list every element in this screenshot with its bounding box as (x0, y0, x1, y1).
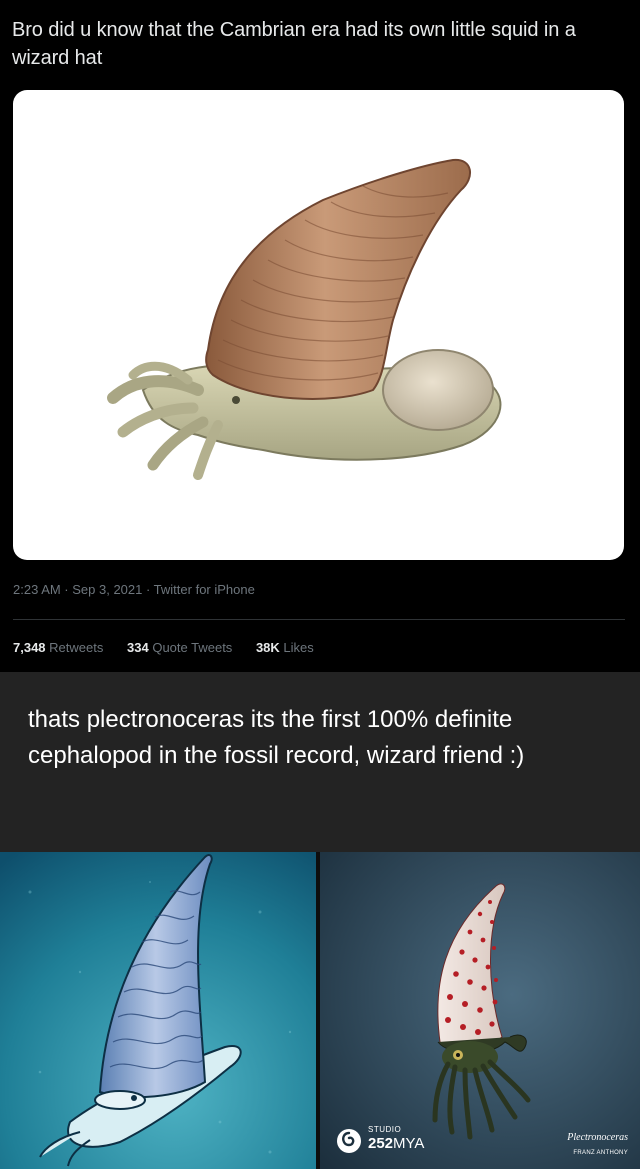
left-artwork[interactable] (0, 852, 316, 1169)
reply-post: thats plectronoceras its the first 100% … (0, 672, 640, 852)
reply-text: thats plectronoceras its the first 100% … (28, 706, 525, 769)
right-artwork[interactable]: STUDIO 252MYA Plectronoceras FRANZ ANTHO… (320, 852, 640, 1169)
studio-name: 252MYA (368, 1135, 425, 1152)
credit-author: FRANZ ANTHONY (573, 1150, 628, 1156)
divider (13, 619, 625, 620)
tweet-timestamp: 2:23 AM · Sep 3, 2021 · Twitter for iPho… (13, 582, 255, 597)
red-spotted-plectronoceras (320, 852, 640, 1169)
plectronoceras-illustration (107, 158, 502, 480)
blue-plectronoceras-drawing (0, 852, 316, 1169)
tweet-card: Bro did u know that the Cambrian era had… (0, 0, 640, 672)
tweet-image[interactable] (13, 90, 624, 560)
tweet-stats: 7,348 Retweets 334 Quote Tweets 38K Like… (13, 640, 334, 655)
retweets-stat[interactable]: 7,348 Retweets (13, 640, 103, 655)
likes-stat[interactable]: 38K Likes (256, 640, 314, 655)
studio-logo-icon (337, 1129, 361, 1153)
tweet-text: Bro did u know that the Cambrian era had… (12, 19, 576, 69)
quote-tweets-stat[interactable]: 334 Quote Tweets (127, 640, 232, 655)
studio-label: STUDIO (368, 1125, 402, 1134)
credit-title: Plectronoceras (567, 1132, 628, 1143)
